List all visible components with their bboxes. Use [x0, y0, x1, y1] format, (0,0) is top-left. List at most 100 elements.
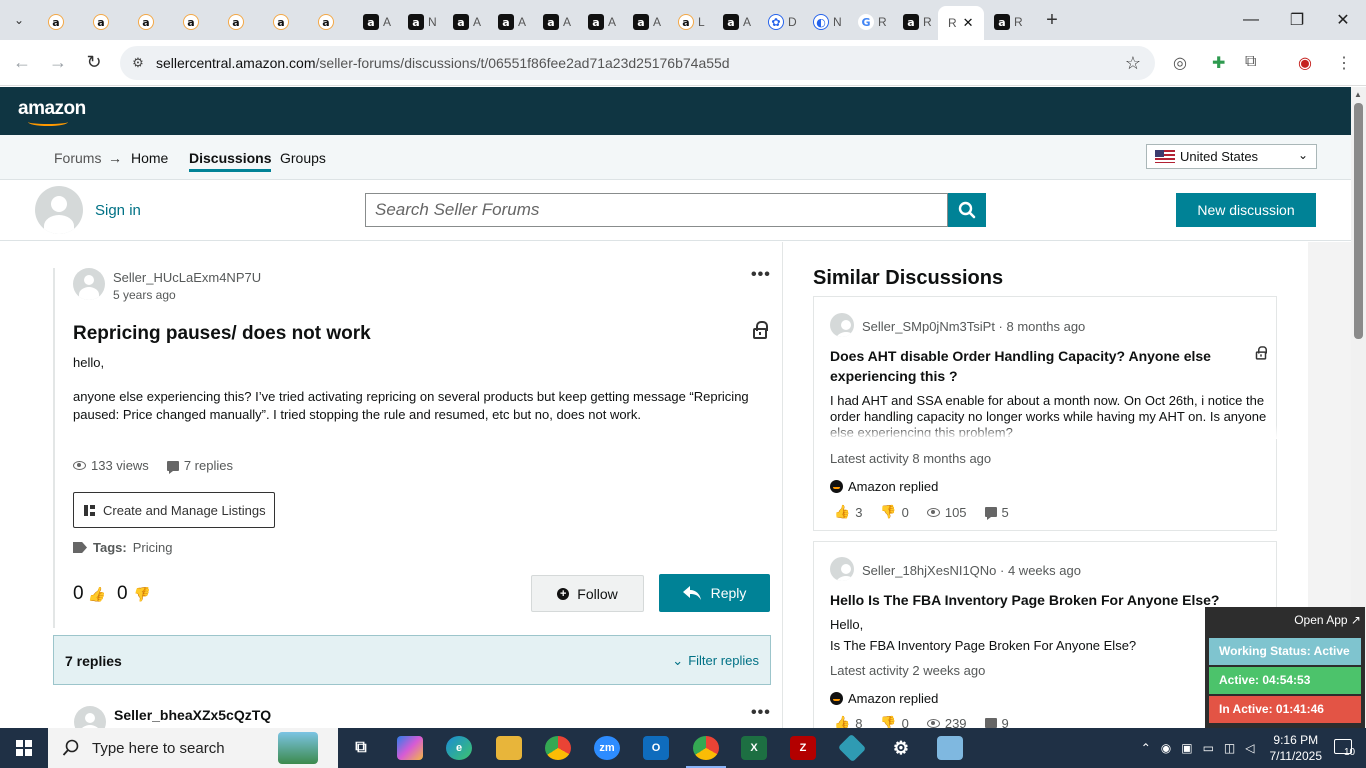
extensions-puzzle-icon[interactable]: ⧉ — [1245, 53, 1256, 71]
browser-tab[interactable]: aA — [443, 6, 488, 38]
tab-search-icon[interactable]: ⌄ — [0, 0, 38, 40]
site-info-icon[interactable]: ⚙ — [120, 55, 156, 71]
browser-tab[interactable]: aA — [578, 6, 623, 38]
nav-discussions[interactable]: Discussions — [189, 150, 272, 172]
similar-discussion-card[interactable]: Seller_SMp0jNm3TsiPt · 8 months ago Does… — [813, 296, 1278, 531]
card-author[interactable]: Seller_SMp0jNm3TsiPt · 8 months ago — [862, 319, 1085, 334]
tab-title: A — [653, 15, 662, 29]
reply-button[interactable]: Reply — [659, 574, 770, 612]
bookmark-star-icon[interactable]: ☆ — [1125, 53, 1141, 74]
system-clock[interactable]: 9:16 PM 7/11/2025 — [1270, 732, 1323, 764]
browser-tab[interactable]: aR — [984, 6, 1029, 38]
more-options-icon[interactable]: ••• — [751, 266, 771, 284]
reply-author[interactable]: Seller_bheaXZx5cQzTQ — [114, 707, 271, 723]
browser-tab[interactable]: a — [263, 6, 308, 38]
browser-tab[interactable]: aL — [668, 6, 713, 38]
copilot-icon[interactable] — [397, 736, 423, 760]
browser-tab[interactable]: aA — [713, 6, 758, 38]
settings-gear-icon[interactable]: ⚙ — [888, 736, 914, 760]
likes-stat: 👍 3 — [834, 504, 863, 520]
back-icon[interactable]: ← — [4, 52, 40, 73]
browser-tab[interactable]: aA — [488, 6, 533, 38]
search-input[interactable] — [365, 193, 948, 227]
post-author[interactable]: Seller_HUcLaExm4NP7U — [113, 270, 261, 285]
follow-button[interactable]: + Follow — [531, 575, 644, 612]
chrome-icon[interactable] — [545, 736, 571, 760]
reply-more-options-icon[interactable]: ••• — [751, 704, 771, 722]
breadcrumb-forums[interactable]: Forums — [54, 150, 101, 166]
search-button[interactable] — [948, 193, 986, 227]
browser-tab[interactable]: a — [128, 6, 173, 38]
scroll-up-icon[interactable]: ▲ — [1354, 90, 1362, 99]
card-title[interactable]: Hello Is The FBA Inventory Page Broken F… — [830, 590, 1230, 610]
minimize-icon[interactable]: — — [1228, 0, 1274, 40]
window-controls: — ❐ ✕ — [1228, 0, 1366, 40]
camera-icon[interactable]: ◉ — [1161, 741, 1171, 755]
browser-tab[interactable]: GR — [848, 6, 893, 38]
taskbar-search[interactable]: Type here to search — [48, 728, 338, 768]
file-explorer-icon[interactable] — [496, 736, 522, 760]
browser-menu-icon[interactable]: ⋮ — [1336, 53, 1352, 73]
filter-replies-button[interactable]: ⌄ Filter replies — [672, 653, 759, 669]
browser-tab[interactable]: a — [308, 6, 353, 38]
nav-groups[interactable]: Groups — [280, 150, 326, 166]
show-hidden-icon[interactable]: ⌃ — [1141, 741, 1151, 755]
task-view-icon[interactable]: ⧉ — [348, 736, 374, 760]
new-tab-button[interactable]: + — [1035, 9, 1069, 32]
amazon-box-icon: a — [994, 14, 1010, 30]
new-discussion-button[interactable]: New discussion — [1176, 193, 1316, 227]
nav-home[interactable]: Home — [131, 150, 168, 166]
outlook-icon[interactable]: O — [643, 736, 669, 760]
browser-tab[interactable]: ◐ N — [803, 6, 848, 38]
browser-tab[interactable]: a — [38, 6, 83, 38]
display-icon[interactable]: ▣ — [1181, 741, 1192, 755]
edge-icon[interactable]: e — [446, 736, 472, 760]
browser-tab[interactable]: aR — [893, 6, 938, 38]
card-stats: 👍 3 👎 0 105 5 — [834, 504, 1009, 520]
battery-icon[interactable]: ▭ — [1203, 741, 1214, 755]
open-app-link[interactable]: Open App ↗ — [1294, 613, 1361, 627]
close-window-icon[interactable]: ✕ — [1320, 0, 1366, 40]
browser-tab[interactable]: aA — [623, 6, 668, 38]
maximize-icon[interactable]: ❐ — [1274, 0, 1320, 40]
card-author[interactable]: Seller_18hjXesNI1QNo · 4 weeks ago — [862, 563, 1081, 578]
browser-tab[interactable]: aN — [398, 6, 443, 38]
forward-icon[interactable]: → — [40, 52, 76, 73]
excel-icon[interactable]: X — [741, 736, 767, 760]
extension-plus-icon[interactable]: ✚ — [1212, 53, 1225, 73]
chrome-active-icon[interactable] — [693, 736, 719, 760]
scrollbar-thumb[interactable] — [1354, 103, 1363, 339]
network-icon[interactable]: ◫ — [1224, 741, 1235, 755]
browser-tab[interactable]: aA — [533, 6, 578, 38]
downvote-button[interactable]: 0 👎 — [117, 583, 149, 605]
close-tab-icon[interactable]: ✕ — [963, 15, 974, 31]
category-button[interactable]: Create and Manage Listings — [73, 492, 275, 528]
country-select[interactable]: United States ⌄ — [1146, 144, 1317, 169]
app-note-icon[interactable] — [937, 736, 963, 760]
start-button[interactable] — [0, 728, 48, 768]
eye-icon — [926, 507, 940, 517]
sign-in-link[interactable]: Sign in — [95, 202, 141, 219]
category-grid-icon — [84, 504, 95, 516]
filezilla-icon[interactable]: Z — [790, 736, 816, 760]
app-diamond-icon[interactable] — [837, 733, 867, 763]
zoom-icon[interactable]: zm — [594, 736, 620, 760]
browser-tab[interactable]: aA — [353, 6, 398, 38]
browser-tab[interactable]: a — [83, 6, 128, 38]
browser-tab[interactable]: a — [173, 6, 218, 38]
url-bar[interactable]: ⚙ sellercentral.amazon.com/seller-forums… — [120, 46, 1155, 80]
working-status: Working Status: Active — [1209, 638, 1361, 665]
browser-tab[interactable]: R ✕ — [938, 6, 984, 40]
upvote-button[interactable]: 0 👍 — [73, 583, 105, 605]
notification-icon[interactable]: 10 — [1332, 737, 1360, 759]
browser-tab[interactable]: ✿ D — [758, 6, 803, 38]
reload-icon[interactable]: ↻ — [76, 52, 112, 73]
profile-icon[interactable]: ◉ — [1298, 53, 1312, 73]
browser-tab[interactable]: a — [218, 6, 263, 38]
tag-pricing[interactable]: Pricing — [133, 540, 173, 555]
system-tray: ⌃ ◉ ▣ ▭ ◫ ◁ 9:16 PM 7/11/2025 10 — [1136, 728, 1366, 768]
translate-icon[interactable]: ◎ — [1173, 53, 1187, 73]
volume-icon[interactable]: ◁ — [1245, 741, 1254, 755]
card-title[interactable]: Does AHT disable Order Handling Capacity… — [830, 346, 1230, 386]
amazon-logo[interactable]: amazon — [18, 98, 86, 120]
